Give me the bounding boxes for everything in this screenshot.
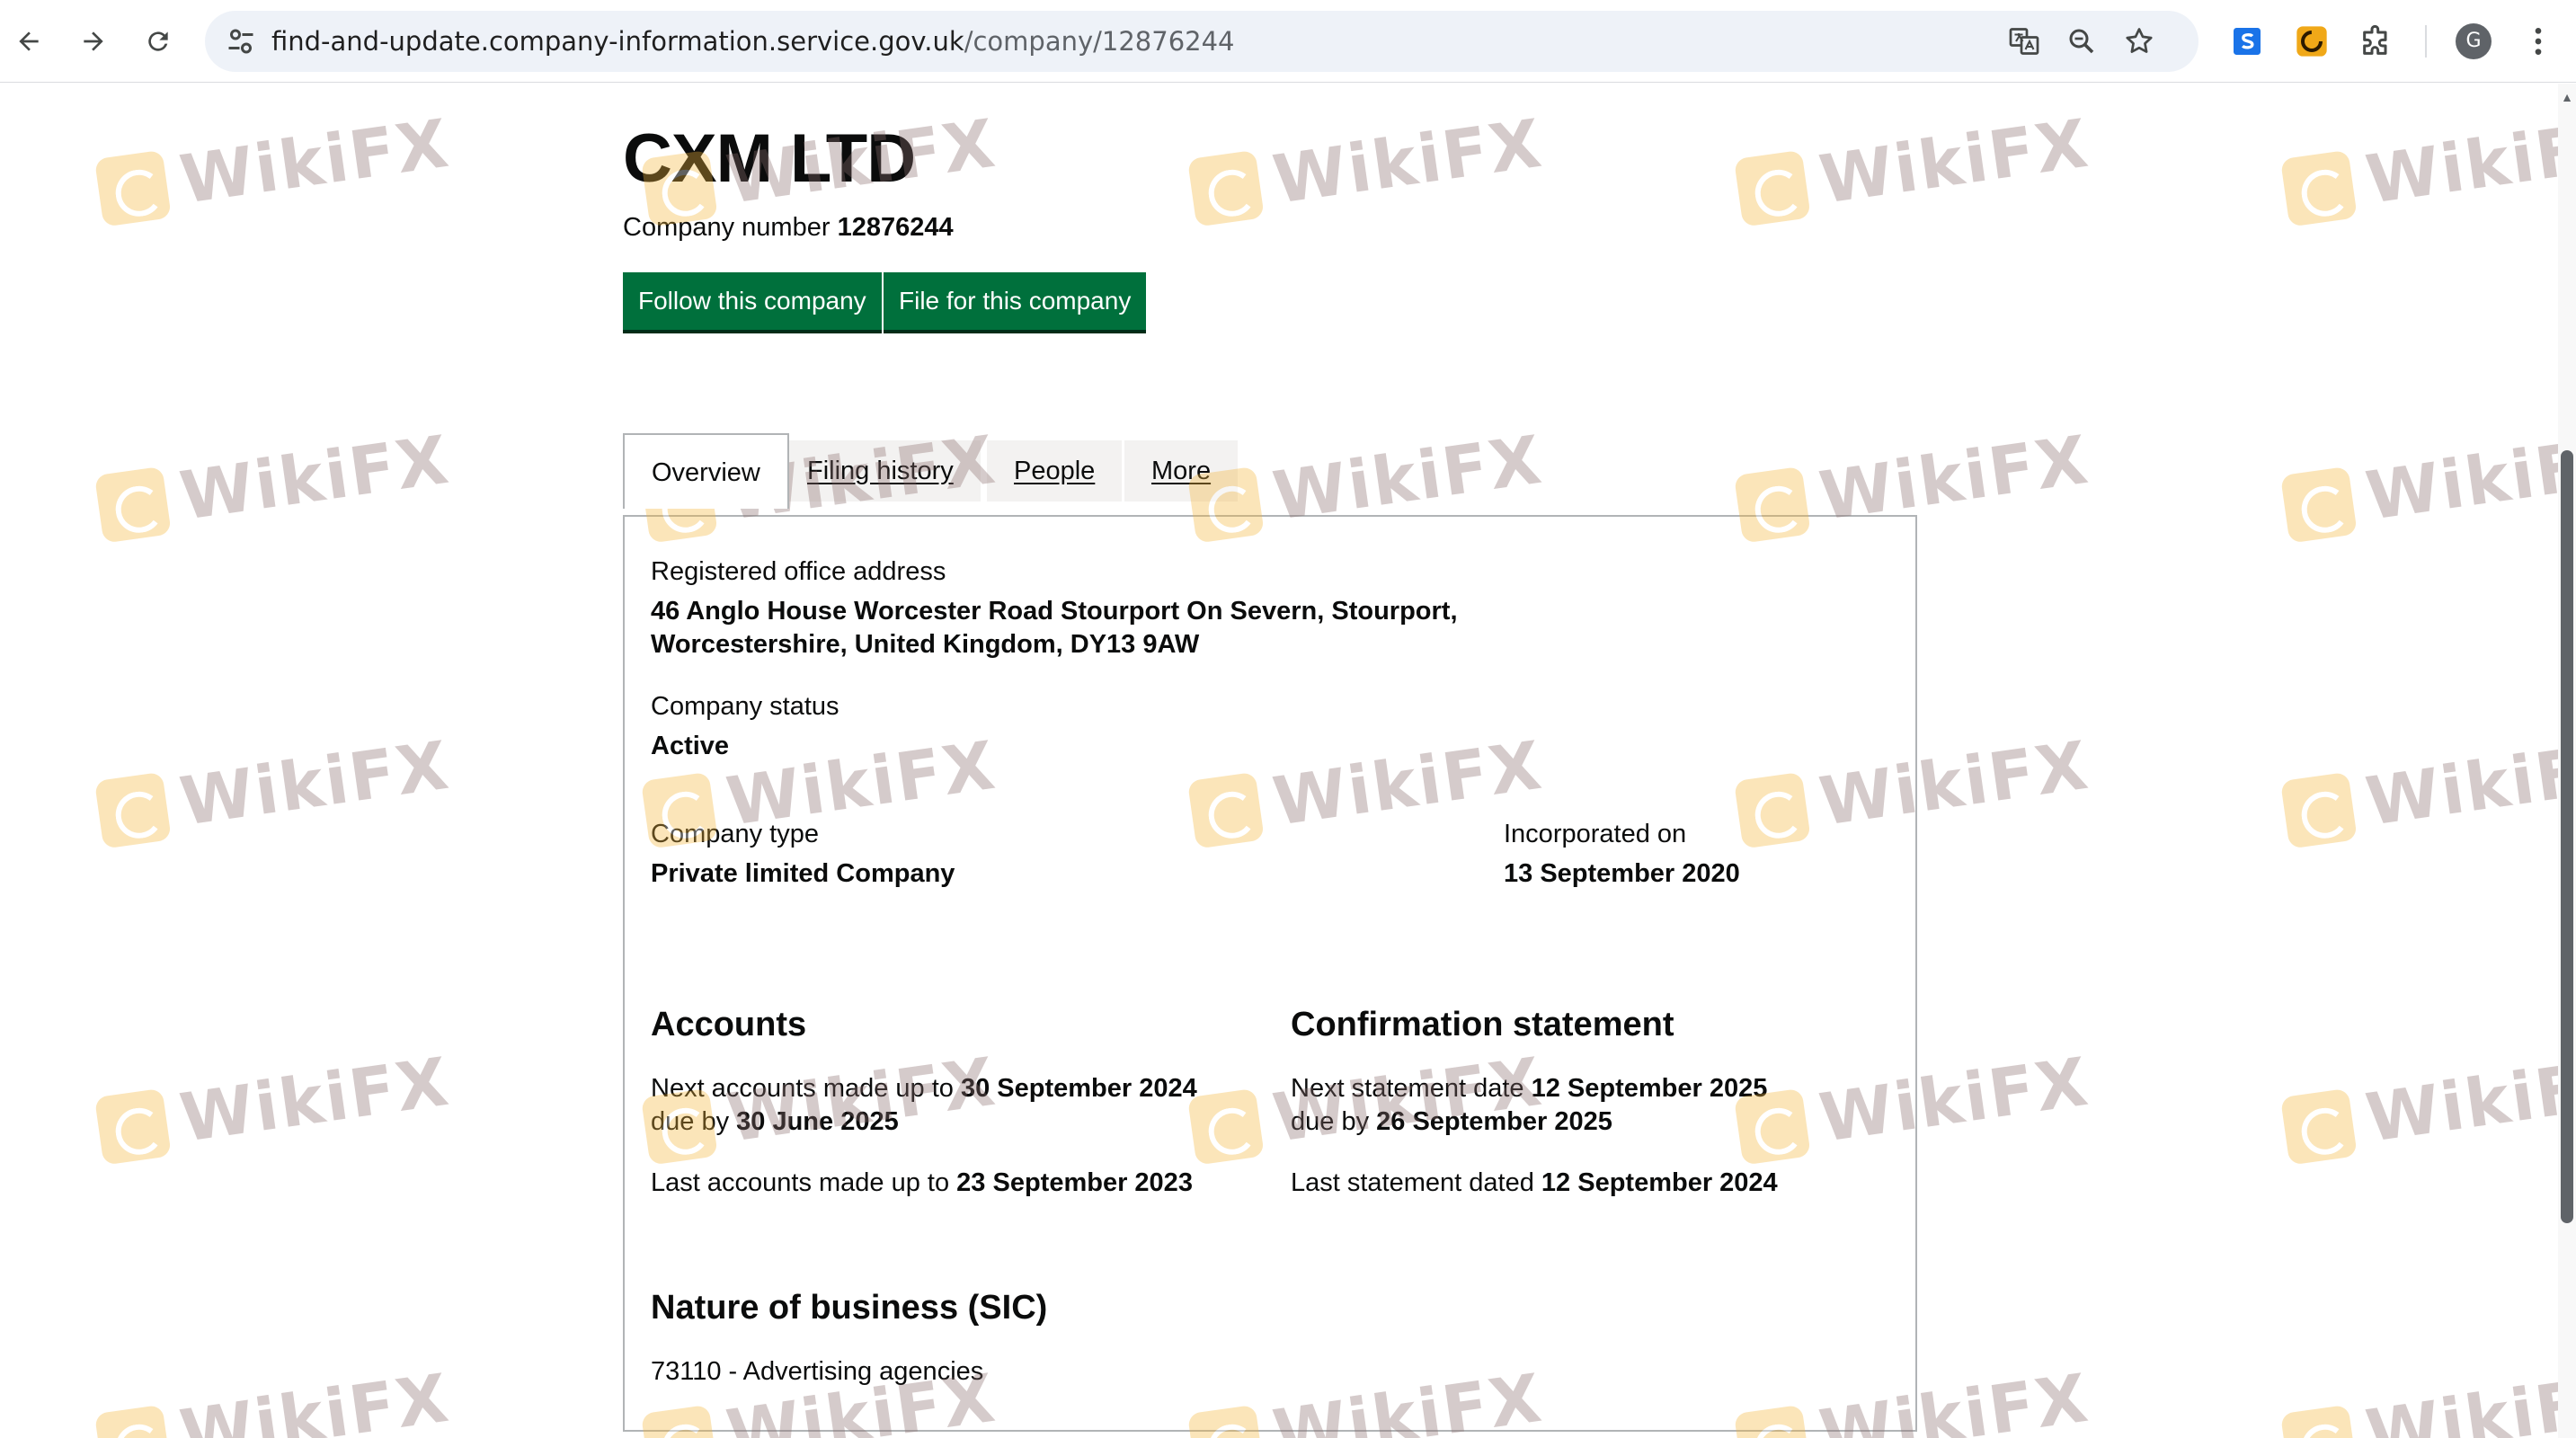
watermark-logo-icon <box>2279 771 2358 849</box>
watermark-logo-icon <box>2279 1404 2358 1438</box>
follow-company-button[interactable]: Follow this company <box>623 272 882 330</box>
translate-icon <box>2009 28 2039 55</box>
tab-more[interactable]: More <box>1124 440 1239 502</box>
incorporated-date: 13 September 2020 <box>1504 859 1740 888</box>
extension-s-button[interactable] <box>2225 20 2269 63</box>
browser-menu-button[interactable] <box>2517 20 2560 63</box>
accounts-due: due by 30 June 2025 <box>651 1105 899 1139</box>
scroll-up-icon[interactable]: ▲ <box>2561 91 2573 103</box>
tab-filing-history[interactable]: Filing history <box>780 440 981 502</box>
confirmation-due-prefix: due by <box>1291 1107 1370 1136</box>
puzzle-icon <box>2363 24 2387 55</box>
url-path: /company/12876244 <box>964 26 1235 57</box>
registered-office-label: Registered office address <box>651 557 946 586</box>
watermark: WikiFX <box>93 1043 454 1175</box>
confirmation-last: Last statement dated 12 September 2024 <box>1291 1167 1778 1200</box>
reload-button[interactable] <box>133 16 183 67</box>
arrow-left-icon <box>19 31 39 51</box>
accounts-due-date: 30 June 2025 <box>736 1107 899 1136</box>
watermark-logo-icon <box>2279 149 2358 227</box>
sic-item: 73110 - Advertising agencies <box>651 1357 984 1386</box>
confirmation-heading: Confirmation statement <box>1291 1006 1674 1043</box>
watermark: WikiFX <box>1732 105 2093 236</box>
watermark-logo-icon <box>2279 466 2358 544</box>
page-scrollbar[interactable]: ▲ <box>2558 84 2576 1438</box>
accounts-last-date: 23 September 2023 <box>956 1168 1193 1197</box>
address-bar[interactable]: find-and-update.company-information.serv… <box>205 11 2198 72</box>
watermark-logo-icon <box>2279 1087 2358 1166</box>
translate-button[interactable] <box>2006 23 2042 59</box>
watermark: WikiFX <box>93 1360 454 1438</box>
company-number-line: Company number 12876244 <box>623 213 954 243</box>
company-number: 12876244 <box>837 213 954 242</box>
watermark-logo-icon <box>93 1087 172 1166</box>
browser-toolbar: find-and-update.company-information.serv… <box>0 0 2576 83</box>
confirmation-due-date: 26 September 2025 <box>1376 1107 1612 1136</box>
scrollbar-thumb[interactable] <box>2561 450 2573 1223</box>
watermark-logo-icon <box>93 771 172 849</box>
company-number-label: Company number <box>623 213 831 242</box>
watermark-logo-icon <box>1186 149 1265 227</box>
confirmation-due: due by 26 September 2025 <box>1291 1105 1612 1139</box>
zoom-icon <box>2069 29 2094 54</box>
watermark: WikiFX <box>2278 727 2558 858</box>
site-info-icon[interactable] <box>225 25 257 58</box>
watermark: WikiFX <box>93 105 454 236</box>
company-status-label: Company status <box>651 692 839 721</box>
confirmation-last-date: 12 September 2024 <box>1541 1168 1778 1197</box>
tab-people[interactable]: People <box>987 440 1123 502</box>
watermark: WikiFX <box>93 422 454 553</box>
extensions-button[interactable] <box>2355 20 2398 63</box>
accounts-last-prefix: Last accounts made up to <box>651 1168 950 1197</box>
watermark-logo-icon <box>93 149 172 227</box>
incorporated-label: Incorporated on <box>1504 820 1687 848</box>
extension-s-icon <box>2234 28 2261 55</box>
confirmation-next: Next statement date 12 September 2025 <box>1291 1072 1767 1105</box>
accounts-next-prefix: Next accounts made up to <box>651 1074 954 1103</box>
registered-office-address-line2: Worcestershire, United Kingdom, DY13 9AW <box>651 630 1200 659</box>
company-type: Private limited Company <box>651 859 955 888</box>
watermark: WikiFX <box>2278 1043 2558 1175</box>
page-content: CXM LTD Company number 12876244 Follow t… <box>0 84 2558 1438</box>
confirmation-last-prefix: Last statement dated <box>1291 1168 1534 1197</box>
back-button[interactable] <box>4 16 54 67</box>
url-text[interactable]: find-and-update.company-information.serv… <box>271 11 1235 72</box>
company-name: CXM LTD <box>623 120 916 197</box>
profile-avatar[interactable]: G <box>2456 23 2492 59</box>
wikifx-extension-icon <box>2296 26 2327 57</box>
watermark-logo-icon <box>93 466 172 544</box>
watermark: WikiFX <box>93 727 454 858</box>
watermark: WikiFX <box>2278 1360 2558 1438</box>
company-type-label: Company type <box>651 820 819 848</box>
star-icon <box>2126 28 2153 53</box>
url-host: find-and-update.company-information.serv… <box>271 26 964 57</box>
confirmation-next-prefix: Next statement date <box>1291 1074 1524 1103</box>
registered-office-address-line1: 46 Anglo House Worcester Road Stourport … <box>651 597 1458 626</box>
watermark-logo-icon <box>93 1404 172 1438</box>
toolbar-separator <box>2425 25 2427 58</box>
forward-button[interactable] <box>68 16 119 67</box>
zoom-button[interactable] <box>2064 23 2100 59</box>
confirmation-next-date: 12 September 2025 <box>1531 1074 1768 1103</box>
watermark: WikiFX <box>2278 422 2558 553</box>
sic-heading: Nature of business (SIC) <box>651 1289 1048 1327</box>
bookmark-button[interactable] <box>2121 23 2157 59</box>
watermark: WikiFX <box>1186 105 1547 236</box>
watermark-logo-icon <box>1733 149 1811 227</box>
reload-icon <box>148 31 168 51</box>
tab-overview[interactable]: Overview <box>623 433 789 509</box>
file-for-company-button[interactable]: File for this company <box>884 272 1147 330</box>
accounts-last: Last accounts made up to 23 September 20… <box>651 1167 1193 1200</box>
accounts-due-prefix: due by <box>651 1107 730 1136</box>
company-status: Active <box>651 732 730 760</box>
extension-wikifx-button[interactable] <box>2290 20 2333 63</box>
accounts-next: Next accounts made up to 30 September 20… <box>651 1072 1197 1105</box>
arrow-right-icon <box>84 31 103 51</box>
watermark: WikiFX <box>2278 105 2558 236</box>
accounts-next-date: 30 September 2024 <box>960 1074 1197 1103</box>
accounts-heading: Accounts <box>651 1006 807 1043</box>
more-vert-icon <box>2535 28 2542 55</box>
